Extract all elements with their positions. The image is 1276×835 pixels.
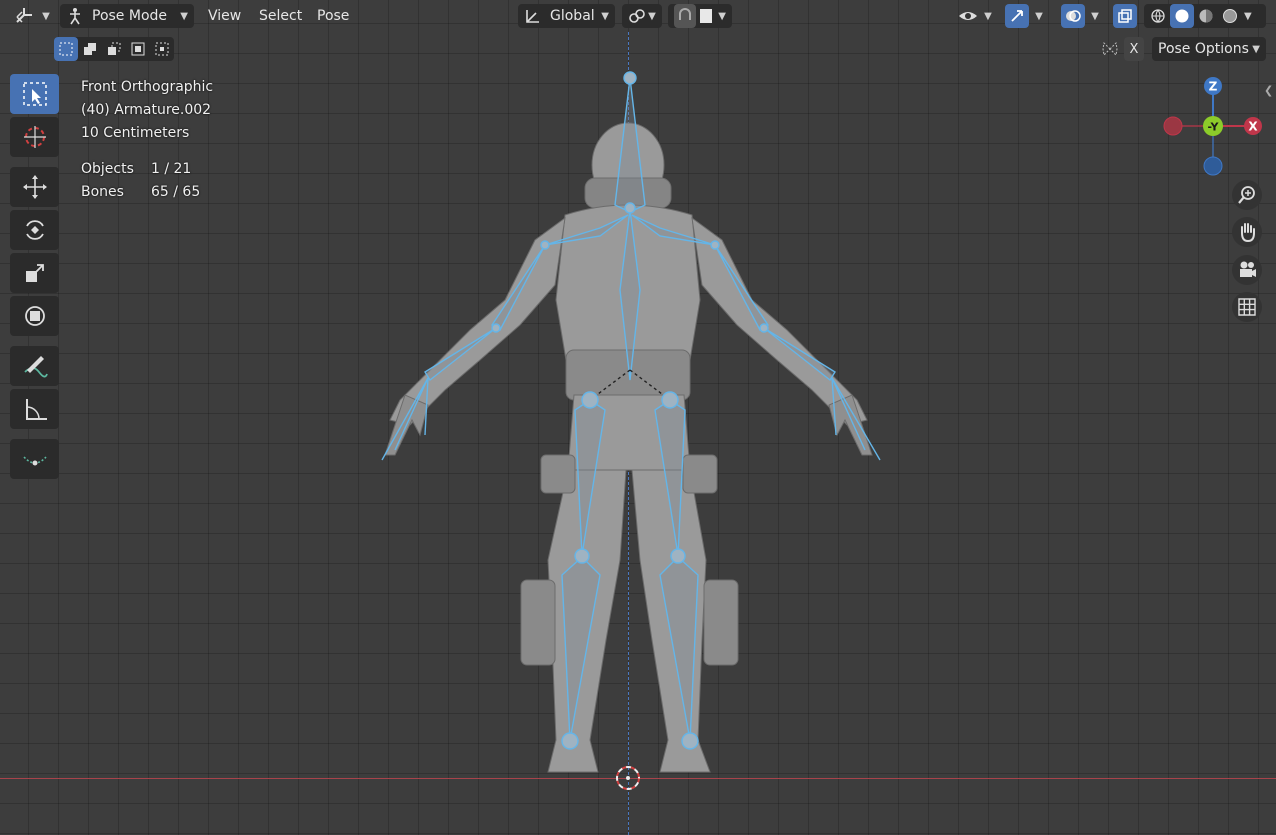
material-shading-icon[interactable] xyxy=(1194,4,1218,28)
zoom-button[interactable] xyxy=(1232,180,1262,210)
objects-label: Objects xyxy=(81,161,134,177)
solid-shading-icon[interactable] xyxy=(1170,4,1194,28)
gizmo-x-label: X xyxy=(1248,120,1258,134)
axis-grid-icon xyxy=(16,8,33,23)
menu-pose[interactable]: Pose xyxy=(308,4,358,28)
pan-button[interactable] xyxy=(1232,217,1262,247)
x-mirror-toggle[interactable]: X xyxy=(1124,37,1144,61)
xray-toggle-icon[interactable] xyxy=(1113,4,1137,28)
tool-measure[interactable] xyxy=(10,389,59,429)
chevron-down-icon: ▼ xyxy=(180,10,188,22)
overlay-icon xyxy=(1061,4,1086,28)
relax-pose-icon xyxy=(22,456,47,466)
gizmo-icon xyxy=(1005,4,1030,28)
selection-mode-group xyxy=(54,37,174,61)
viewport-header: ▼ Pose Mode ▼ View Select Pose Global ▼ … xyxy=(0,0,1276,32)
orientation-label: Global xyxy=(550,8,595,24)
snap-magnet-icon[interactable] xyxy=(674,4,696,28)
bones-label: Bones xyxy=(81,184,124,200)
hand-icon xyxy=(1241,223,1255,243)
zoom-icon xyxy=(1238,186,1255,204)
select-subtract-icon[interactable] xyxy=(102,37,126,61)
chevron-down-icon: ▼ xyxy=(42,10,50,22)
gizmo-z-label: Z xyxy=(1209,80,1218,94)
select-box-icon xyxy=(22,82,47,106)
chevron-down-icon: ▼ xyxy=(718,10,726,22)
overlays-toggle[interactable]: ▼ xyxy=(1056,4,1104,28)
editor-type-dropdown[interactable]: ▼ xyxy=(10,4,54,28)
viewport-info: Front Orthographic (40) Armature.002 10 … xyxy=(81,76,213,204)
active-object-name: (40) Armature.002 xyxy=(81,102,212,118)
select-new-icon[interactable] xyxy=(54,37,78,61)
tool-scale[interactable] xyxy=(10,253,59,293)
tool-rotate[interactable] xyxy=(10,210,59,250)
grid-icon xyxy=(1238,298,1256,316)
gizmo-neg-x[interactable] xyxy=(1163,116,1183,136)
grid-scale: 10 Centimeters xyxy=(81,125,190,141)
rendered-shading-icon[interactable] xyxy=(1218,4,1242,28)
camera-view-button[interactable] xyxy=(1232,255,1262,285)
shading-mode-group: ▼ xyxy=(1144,4,1266,28)
menu-select[interactable]: Select xyxy=(250,4,311,28)
pose-options-label: Pose Options xyxy=(1158,41,1249,57)
orientation-icon xyxy=(526,10,539,23)
measure-icon xyxy=(25,399,47,420)
bones-count: 65 / 65 xyxy=(151,184,201,200)
chevron-down-icon: ▼ xyxy=(601,10,609,22)
view-name: Front Orthographic xyxy=(81,79,214,95)
select-invert-icon[interactable] xyxy=(126,37,150,61)
3d-cursor xyxy=(616,766,640,790)
chevron-down-icon: ▼ xyxy=(1091,10,1099,22)
tool-move[interactable] xyxy=(10,167,59,207)
mode-label: Pose Mode xyxy=(92,8,168,24)
gizmo-neg-z[interactable] xyxy=(1203,156,1223,176)
objects-count: 1 / 21 xyxy=(151,161,192,177)
chevron-down-icon[interactable]: ▼ xyxy=(1244,11,1252,22)
cursor-icon xyxy=(23,126,46,148)
link-icon xyxy=(629,9,645,23)
eye-icon xyxy=(959,12,978,20)
sidebar-toggle-icon[interactable]: ❮ xyxy=(1264,84,1273,97)
navigation-gizmo[interactable]: Z X -Y xyxy=(1158,72,1268,182)
tool-cursor[interactable] xyxy=(10,117,59,157)
gizmo-y-label: -Y xyxy=(1208,121,1220,134)
tool-select-box[interactable] xyxy=(10,74,59,114)
pose-mode-icon xyxy=(70,8,80,25)
chevron-down-icon: ▼ xyxy=(1252,43,1260,55)
toggle-projection-button[interactable] xyxy=(1232,292,1262,322)
tool-annotate[interactable] xyxy=(10,346,59,386)
scale-icon xyxy=(25,264,44,282)
pose-options-dropdown[interactable]: Pose Options ▼ xyxy=(1152,37,1266,61)
tool-relax-pose[interactable] xyxy=(10,439,59,479)
mode-dropdown[interactable]: Pose Mode ▼ xyxy=(60,4,194,28)
select-intersect-icon[interactable] xyxy=(150,37,174,61)
tool-shelf xyxy=(10,74,59,482)
select-extend-icon[interactable] xyxy=(78,37,102,61)
wireframe-shading-icon[interactable] xyxy=(1146,4,1170,28)
mirror-butterfly-icon xyxy=(1098,37,1122,61)
gizmo-toggle[interactable]: ▼ xyxy=(1000,4,1048,28)
chevron-down-icon: ▼ xyxy=(1035,10,1043,22)
menu-view[interactable]: View xyxy=(199,4,250,28)
move-icon xyxy=(22,175,47,199)
chevron-down-icon: ▼ xyxy=(984,10,992,22)
chevron-down-icon: ▼ xyxy=(648,10,656,22)
camera-icon xyxy=(1240,261,1256,277)
transform-orientation-dropdown[interactable]: Global ▼ xyxy=(518,4,615,28)
rotate-icon xyxy=(25,220,44,240)
transform-icon xyxy=(24,306,45,326)
visibility-dropdown[interactable]: ▼ xyxy=(955,4,995,28)
annotate-icon xyxy=(23,356,48,378)
pivot-point-dropdown[interactable]: ▼ xyxy=(622,4,662,28)
tool-transform[interactable] xyxy=(10,296,59,336)
snap-increment-icon xyxy=(699,9,713,23)
snap-dropdown[interactable]: ▼ xyxy=(668,4,732,28)
